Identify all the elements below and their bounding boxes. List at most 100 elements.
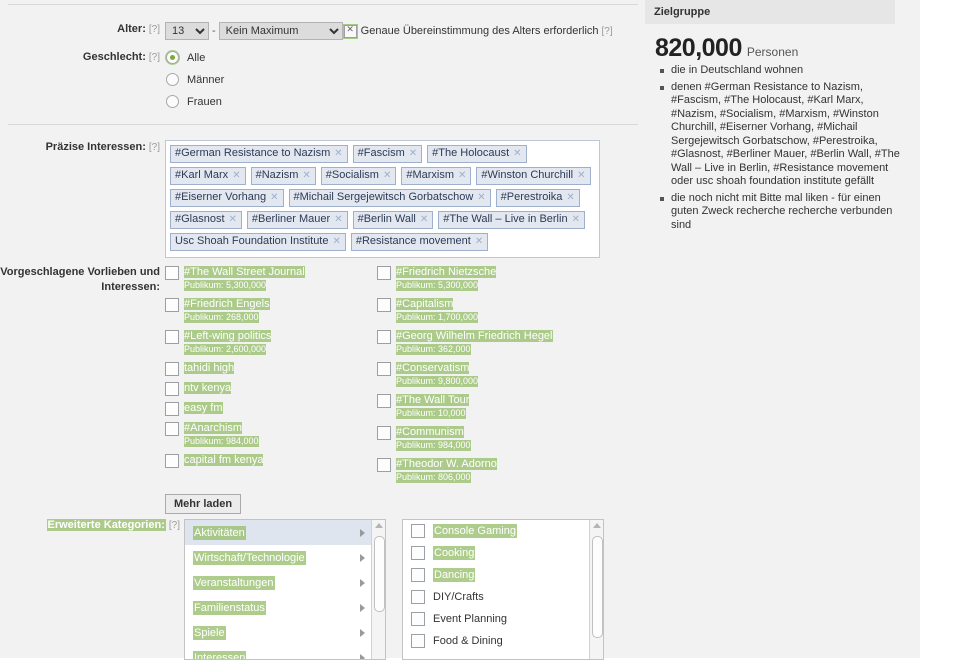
interest-tag[interactable]: #The Wall – Live in Berlin✕ bbox=[438, 211, 585, 229]
gender-option-1[interactable]: Männer bbox=[165, 72, 224, 87]
suggested-interest-checkbox[interactable] bbox=[377, 266, 391, 280]
suggested-interest-checkbox[interactable] bbox=[377, 426, 391, 440]
age-min-select[interactable]: 131415161718 bbox=[165, 22, 209, 40]
suggested-interest-checkbox[interactable] bbox=[165, 422, 179, 436]
remove-tag-icon[interactable]: ✕ bbox=[458, 169, 466, 182]
suggested-interest-item[interactable]: #The Wall TourPublikum: 10,000 bbox=[377, 393, 589, 420]
category-scroll-thumb[interactable] bbox=[374, 536, 385, 612]
category-list-scrollbar[interactable] bbox=[371, 520, 385, 659]
suggested-interest-item[interactable]: #Friedrich NietzschePublikum: 5,300,000 bbox=[377, 265, 589, 292]
precise-interests-tag-box[interactable]: #German Resistance to Nazism✕ #Fascism✕ #T… bbox=[165, 140, 600, 258]
gender-option-2[interactable]: Frauen bbox=[165, 94, 224, 109]
remove-tag-icon[interactable]: ✕ bbox=[383, 169, 391, 182]
remove-tag-icon[interactable]: ✕ bbox=[232, 169, 240, 182]
suggested-interest-checkbox[interactable] bbox=[165, 330, 179, 344]
suggested-interest-item[interactable]: #ConservatismPublikum: 9,800,000 bbox=[377, 361, 589, 388]
radio-circle-icon[interactable] bbox=[166, 51, 179, 64]
category-row[interactable]: Spiele bbox=[185, 620, 385, 645]
interest-tag[interactable]: #Perestroika✕ bbox=[496, 189, 580, 207]
options-scroll-up-arrow-icon[interactable] bbox=[593, 523, 601, 528]
gender-radio-0[interactable] bbox=[165, 50, 180, 65]
gender-help-icon[interactable]: [?] bbox=[149, 52, 160, 63]
interest-tag[interactable]: #German Resistance to Nazism✕ bbox=[170, 145, 348, 163]
suggested-interest-checkbox[interactable] bbox=[377, 330, 391, 344]
options-scroll-thumb[interactable] bbox=[592, 536, 603, 638]
suggested-interest-item[interactable]: #CommunismPublikum: 984,000 bbox=[377, 425, 589, 452]
category-option-row[interactable]: Dancing bbox=[403, 564, 603, 586]
suggested-interest-item[interactable]: tahidi high bbox=[165, 361, 377, 376]
remove-tag-icon[interactable]: ✕ bbox=[332, 235, 340, 248]
suggested-interest-item[interactable]: #Left-wing politicsPublikum: 2,600,000 bbox=[165, 329, 377, 356]
category-option-checkbox[interactable] bbox=[411, 546, 425, 560]
interest-tag[interactable]: #Marxism✕ bbox=[401, 167, 471, 185]
suggested-interest-checkbox[interactable] bbox=[377, 298, 391, 312]
suggested-interest-item[interactable]: ntv kenya bbox=[165, 381, 377, 396]
suggested-interest-item[interactable]: #Friedrich EngelsPublikum: 268,000 bbox=[165, 297, 377, 324]
remove-tag-icon[interactable]: ✕ bbox=[302, 169, 310, 182]
interest-tag[interactable]: Usc Shoah Foundation Institute✕ bbox=[170, 233, 346, 251]
interest-tag[interactable]: #Berliner Mauer✕ bbox=[247, 211, 348, 229]
remove-tag-icon[interactable]: ✕ bbox=[409, 147, 417, 160]
suggested-interest-checkbox[interactable] bbox=[377, 362, 391, 376]
remove-tag-icon[interactable]: ✕ bbox=[577, 169, 585, 182]
category-option-checkbox[interactable] bbox=[411, 612, 425, 626]
exact-age-checkbox-box[interactable] bbox=[344, 25, 357, 38]
category-option-checkbox[interactable] bbox=[411, 590, 425, 604]
category-row[interactable]: Wirtschaft/Technologie bbox=[185, 545, 385, 570]
category-option-row[interactable]: Cooking bbox=[403, 542, 603, 564]
suggested-interest-item[interactable]: #The Wall Street JournalPublikum: 5,300,… bbox=[165, 265, 377, 292]
category-option-row[interactable]: Event Planning bbox=[403, 608, 603, 630]
load-more-button[interactable]: Mehr laden bbox=[165, 494, 241, 514]
remove-tag-icon[interactable]: ✕ bbox=[477, 191, 485, 204]
suggested-interest-item[interactable]: capital fm kenya bbox=[165, 453, 377, 468]
interest-tag[interactable]: #Karl Marx✕ bbox=[170, 167, 246, 185]
interest-tag[interactable]: #Fascism✕ bbox=[353, 145, 422, 163]
remove-tag-icon[interactable]: ✕ bbox=[513, 147, 521, 160]
category-list-panel[interactable]: AktivitätenWirtschaft/TechnologieVeranst… bbox=[184, 519, 386, 660]
gender-radio-1[interactable] bbox=[165, 72, 180, 87]
remove-tag-icon[interactable]: ✕ bbox=[475, 235, 483, 248]
category-option-checkbox[interactable] bbox=[411, 568, 425, 582]
remove-tag-icon[interactable]: ✕ bbox=[334, 213, 342, 226]
scroll-up-arrow-icon[interactable] bbox=[375, 523, 383, 528]
suggested-interest-checkbox[interactable] bbox=[165, 362, 179, 376]
category-row[interactable]: Veranstaltungen bbox=[185, 570, 385, 595]
interest-tag[interactable]: #The Holocaust✕ bbox=[427, 145, 526, 163]
suggested-interest-checkbox[interactable] bbox=[165, 382, 179, 396]
suggested-interest-checkbox[interactable] bbox=[377, 394, 391, 408]
interest-tag[interactable]: #Winston Churchill✕ bbox=[476, 167, 590, 185]
category-option-row[interactable]: Console Gaming bbox=[403, 520, 603, 542]
age-max-select[interactable]: Kein Maximum182125354565 bbox=[219, 22, 343, 40]
radio-circle-icon[interactable] bbox=[166, 73, 179, 86]
age-help-icon[interactable]: [?] bbox=[149, 24, 160, 35]
suggested-interest-checkbox[interactable] bbox=[377, 458, 391, 472]
gender-radio-2[interactable] bbox=[165, 94, 180, 109]
interest-tag[interactable]: #Michail Sergejewitsch Gorbatschow✕ bbox=[289, 189, 491, 207]
advanced-categories-help-icon[interactable]: [?] bbox=[169, 520, 180, 531]
suggested-interest-item[interactable]: #Georg Wilhelm Friedrich HegelPublikum: … bbox=[377, 329, 589, 356]
category-option-checkbox[interactable] bbox=[411, 524, 425, 538]
exact-age-help-icon[interactable]: [?] bbox=[602, 26, 613, 37]
category-option-row[interactable]: Food & Dining bbox=[403, 630, 603, 652]
interest-tag[interactable]: #Berlin Wall✕ bbox=[353, 211, 434, 229]
remove-tag-icon[interactable]: ✕ bbox=[270, 191, 278, 204]
options-list-scrollbar[interactable] bbox=[589, 520, 603, 659]
category-options-panel[interactable]: Console GamingCookingDancingDIY/CraftsEv… bbox=[402, 519, 604, 660]
suggested-interest-checkbox[interactable] bbox=[165, 298, 179, 312]
gender-option-0[interactable]: Alle bbox=[165, 50, 224, 65]
remove-tag-icon[interactable]: ✕ bbox=[334, 147, 342, 160]
interest-tag[interactable]: #Eiserner Vorhang✕ bbox=[170, 189, 284, 207]
interest-tag[interactable]: #Glasnost✕ bbox=[170, 211, 242, 229]
remove-tag-icon[interactable]: ✕ bbox=[229, 213, 237, 226]
remove-tag-icon[interactable]: ✕ bbox=[420, 213, 428, 226]
remove-tag-icon[interactable]: ✕ bbox=[572, 213, 580, 226]
exact-age-checkbox[interactable] bbox=[343, 24, 358, 39]
suggested-interest-item[interactable]: #AnarchismPublikum: 984,000 bbox=[165, 421, 377, 448]
remove-tag-icon[interactable]: ✕ bbox=[566, 191, 574, 204]
interest-tag[interactable]: #Nazism✕ bbox=[251, 167, 316, 185]
category-row[interactable]: Familienstatus bbox=[185, 595, 385, 620]
category-row[interactable]: Aktivitäten bbox=[185, 520, 385, 545]
suggested-interest-item[interactable]: #Theodor W. AdornoPublikum: 806,000 bbox=[377, 457, 589, 484]
category-option-checkbox[interactable] bbox=[411, 634, 425, 648]
precise-interests-help-icon[interactable]: [?] bbox=[149, 142, 160, 153]
